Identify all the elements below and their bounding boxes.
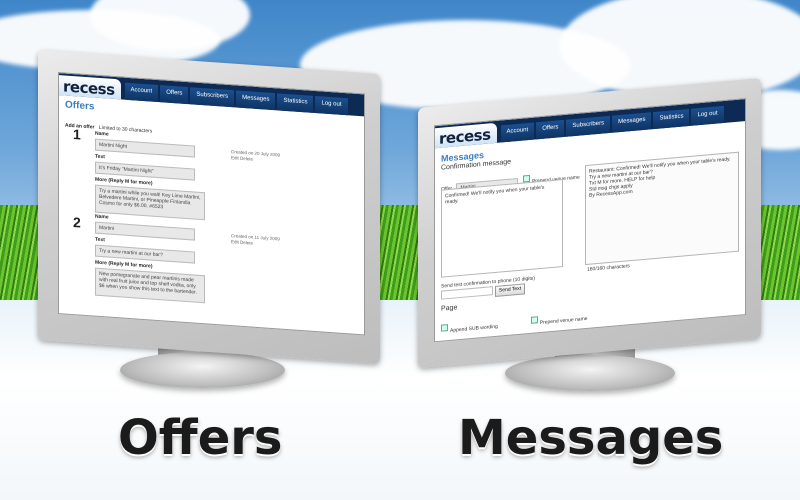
prepend-venue-checkbox[interactable]: [530, 316, 538, 325]
offer-meta: Created on 20 July 2009 Edit Delete: [231, 149, 280, 164]
offer-number: 1: [73, 126, 81, 143]
tab-logout[interactable]: Log out: [315, 96, 348, 116]
recess-logo: recess: [435, 122, 497, 149]
caption-offers: Offers: [118, 410, 283, 466]
tab-account[interactable]: Account: [500, 122, 535, 143]
tab-subscribers[interactable]: Subscribers: [566, 115, 611, 137]
tab-messages[interactable]: Messages: [236, 90, 276, 111]
recess-logo: recess: [59, 75, 121, 100]
message-preview: Restaurant: Confirmed! We'll notify you …: [585, 151, 739, 266]
tab-offers[interactable]: Offers: [536, 119, 565, 140]
offer-more-field[interactable]: New pomegranate and pear martinis made w…: [95, 267, 205, 304]
tab-account[interactable]: Account: [124, 82, 159, 103]
page-title: Offers: [65, 99, 95, 113]
messages-screen: recess Account Offers Subscribers Messag…: [434, 98, 746, 343]
tab-statistics[interactable]: Statistics: [653, 108, 690, 130]
prepend-venue-label: Prepend venue name: [539, 315, 588, 327]
offer-meta: Created on 11 July 2009 Edit Delete: [231, 233, 280, 248]
message-textarea[interactable]: Confirmed! We'll notify you when your ta…: [441, 179, 563, 278]
offer-item: Name Martini Text Try a new martini at o…: [95, 214, 235, 306]
offer-number: 2: [73, 214, 81, 231]
tab-subscribers[interactable]: Subscribers: [190, 87, 235, 108]
append-sub-checkbox[interactable]: [441, 324, 448, 332]
append-sub-label: Append SUB wording: [450, 323, 498, 334]
monitor-base: [505, 355, 675, 391]
page-heading: Page: [441, 304, 458, 313]
send-text-button[interactable]: Send Text: [495, 283, 525, 297]
caption-messages: Messages: [458, 410, 724, 466]
tab-statistics[interactable]: Statistics: [277, 93, 314, 113]
character-count: 160/160 characters: [587, 263, 630, 273]
tab-offers[interactable]: Offers: [160, 85, 189, 105]
offers-screen: recess Account Offers Subscribers Messag…: [58, 72, 365, 336]
offer-item: Name Martini Night Text It's Friday "Mar…: [95, 131, 235, 223]
tab-messages[interactable]: Messages: [612, 112, 652, 133]
tab-logout[interactable]: Log out: [691, 105, 724, 126]
monitor-base: [120, 352, 285, 388]
